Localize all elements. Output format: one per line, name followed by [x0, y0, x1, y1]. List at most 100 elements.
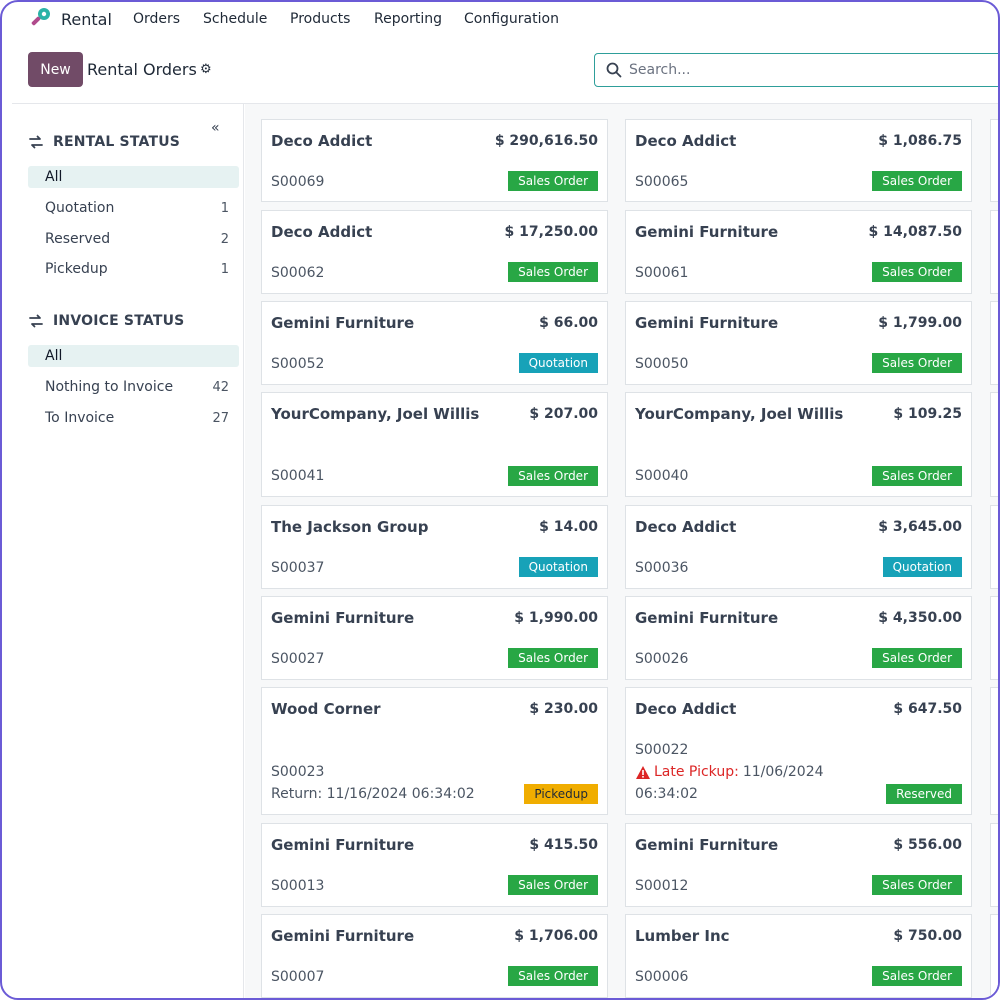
order-card[interactable]: Gemini Furniture $ 14,087.50 S00061 Sale… [625, 210, 972, 294]
collapse-sidebar-icon[interactable]: « [211, 120, 220, 136]
order-card[interactable]: Gemini Furniture $ 556.00 S00012 Sales O… [625, 823, 972, 907]
card-amount: $ 750.00 [893, 928, 962, 944]
card-amount: $ 1,799.00 [878, 315, 962, 331]
filter-rental-quotation[interactable]: Quotation 1 [28, 197, 239, 219]
filter-count: 1 [220, 200, 229, 216]
filter-sidebar: « RENTAL STATUS All Quotation 1 Reserved… [12, 104, 244, 998]
card-partner: Gemini Furniture [271, 927, 415, 945]
filter-label: All [45, 169, 63, 185]
status-badge: Sales Order [508, 648, 598, 668]
order-card[interactable] [990, 119, 998, 202]
order-card[interactable]: The Jackson Group $ 14.00 S00037 Quotati… [261, 505, 608, 589]
new-button[interactable]: New [28, 52, 83, 87]
search-input[interactable] [629, 60, 969, 80]
card-reference: S00013 [271, 878, 325, 894]
card-reference: S00052 [271, 356, 325, 372]
order-card[interactable] [990, 823, 998, 907]
search-icon [606, 62, 622, 78]
status-badge: Sales Order [508, 966, 598, 986]
card-reference: S00065 [635, 174, 689, 190]
card-partner: Deco Addict [271, 132, 373, 150]
rental-status-label: RENTAL STATUS [53, 134, 181, 150]
menu-orders[interactable]: Orders [133, 11, 180, 27]
invoice-status-label: INVOICE STATUS [53, 313, 185, 329]
menu-schedule[interactable]: Schedule [203, 11, 267, 27]
order-card[interactable]: Gemini Furniture $ 415.50 S00013 Sales O… [261, 823, 608, 907]
card-reference: S00007 [271, 969, 325, 985]
filter-invoice-all[interactable]: All [28, 345, 239, 367]
card-amount: $ 66.00 [539, 315, 598, 331]
search-bar[interactable] [594, 53, 998, 87]
status-badge: Quotation [518, 557, 598, 577]
card-amount: $ 14.00 [539, 519, 598, 535]
card-amount: $ 14,087.50 [868, 224, 962, 240]
card-partner: Gemini Furniture [271, 836, 415, 854]
order-card[interactable]: Deco Addict $ 290,616.50 S00069 Sales Or… [261, 119, 608, 202]
card-amount: $ 290,616.50 [494, 133, 598, 149]
filter-label: All [45, 348, 63, 364]
filter-rental-reserved[interactable]: Reserved 2 [28, 228, 239, 250]
filter-rental-all[interactable]: All [28, 166, 239, 188]
filter-label: Pickedup [45, 261, 108, 277]
card-amount: $ 1,706.00 [514, 928, 598, 944]
menu-reporting[interactable]: Reporting [374, 11, 442, 27]
order-card[interactable]: Deco Addict $ 647.50 S00022 Late Pickup:… [625, 687, 972, 815]
card-amount: $ 207.00 [529, 406, 598, 422]
filter-to-invoice[interactable]: To Invoice 27 [28, 407, 239, 429]
order-card[interactable]: Gemini Furniture $ 4,350.00 S00026 Sales… [625, 596, 972, 680]
order-card[interactable]: YourCompany, Joel Willis $ 109.25 S00040… [625, 392, 972, 497]
card-amount: $ 1,086.75 [878, 133, 962, 149]
card-amount: $ 17,250.00 [504, 224, 598, 240]
card-reference: S00040 [635, 468, 689, 484]
status-badge: Sales Order [872, 966, 962, 986]
card-amount: $ 415.50 [529, 837, 598, 853]
card-partner: Gemini Furniture [635, 836, 779, 854]
card-amount: $ 230.00 [529, 701, 598, 717]
late-pickup-label: Late Pickup: [654, 764, 739, 780]
card-partner: Gemini Furniture [635, 223, 779, 241]
card-partner: YourCompany, Joel Willis [635, 405, 844, 423]
filter-label: To Invoice [45, 410, 115, 426]
status-badge: Pickedup [524, 784, 598, 804]
return-date: Return: 11/16/2024 06:34:02 [271, 786, 475, 802]
order-card[interactable] [990, 210, 998, 294]
order-card[interactable]: Lumber Inc $ 750.00 S00006 Sales Order [625, 914, 972, 998]
status-badge: Sales Order [508, 171, 598, 191]
order-card[interactable]: Deco Addict $ 3,645.00 S00036 Quotation [625, 505, 972, 589]
menu-configuration[interactable]: Configuration [464, 11, 559, 27]
status-badge: Sales Order [872, 353, 962, 373]
card-partner: YourCompany, Joel Willis [271, 405, 480, 423]
order-card[interactable]: Gemini Furniture $ 1,799.00 S00050 Sales… [625, 301, 972, 385]
status-badge: Sales Order [872, 875, 962, 895]
card-partner: Gemini Furniture [271, 314, 415, 332]
order-card[interactable] [990, 914, 998, 998]
order-card[interactable]: Deco Addict $ 1,086.75 S00065 Sales Orde… [625, 119, 972, 202]
filter-count: 1 [220, 261, 229, 277]
order-card[interactable] [990, 596, 998, 680]
card-amount: $ 1,990.00 [514, 610, 598, 626]
filter-rental-pickedup[interactable]: Pickedup 1 [28, 258, 239, 280]
card-amount: $ 556.00 [893, 837, 962, 853]
filter-nothing-to-invoice[interactable]: Nothing to Invoice 42 [28, 376, 239, 398]
card-partner: Deco Addict [635, 518, 737, 536]
kanban-board: Deco Addict $ 290,616.50 S00069 Sales Or… [245, 104, 998, 998]
menu-products[interactable]: Products [290, 11, 350, 27]
order-card[interactable]: Gemini Furniture $ 1,706.00 S00007 Sales… [261, 914, 608, 998]
filter-count: 27 [212, 410, 229, 426]
order-card[interactable]: Gemini Furniture $ 66.00 S00052 Quotatio… [261, 301, 608, 385]
rental-key-icon[interactable] [28, 6, 52, 30]
order-card[interactable]: Wood Corner $ 230.00 S00023 Return: 11/1… [261, 687, 608, 815]
status-badge: Sales Order [872, 648, 962, 668]
warning-icon [636, 765, 650, 779]
status-badge: Reserved [886, 784, 962, 804]
order-card[interactable] [990, 301, 998, 385]
order-card[interactable]: YourCompany, Joel Willis $ 207.00 S00041… [261, 392, 608, 497]
order-card[interactable] [990, 687, 998, 815]
app-name[interactable]: Rental [61, 10, 112, 29]
status-badge: Sales Order [508, 262, 598, 282]
order-card[interactable] [990, 392, 998, 497]
gear-icon[interactable]: ⚙ [200, 62, 212, 77]
order-card[interactable] [990, 505, 998, 589]
order-card[interactable]: Deco Addict $ 17,250.00 S00062 Sales Ord… [261, 210, 608, 294]
order-card[interactable]: Gemini Furniture $ 1,990.00 S00027 Sales… [261, 596, 608, 680]
